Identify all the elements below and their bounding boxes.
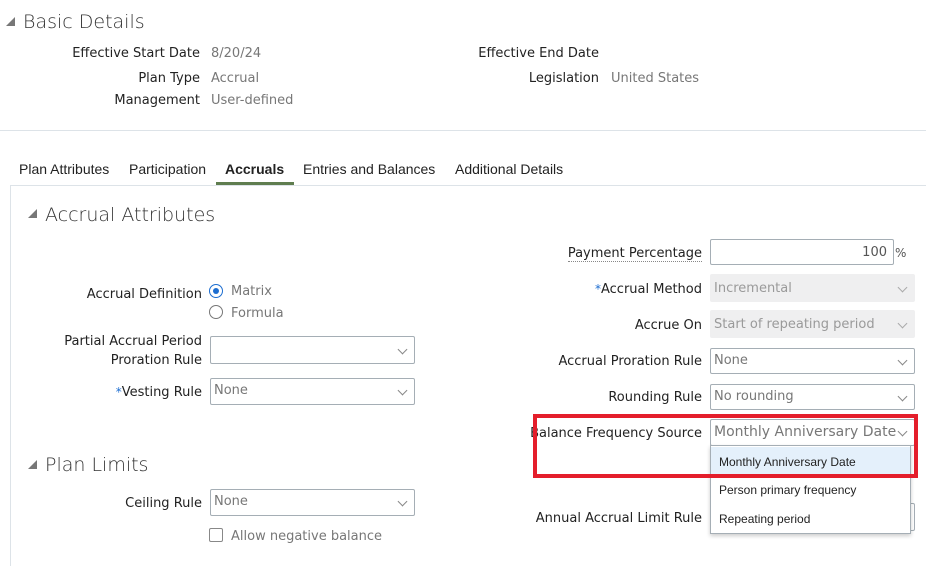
partial-accrual-label-line1: Partial Accrual Period [64,334,202,349]
effective-end-date-label: Effective End Date [478,46,599,61]
tab-entries-and-balances[interactable]: Entries and Balances [303,161,435,177]
chevron-down-icon [897,318,908,329]
accrual-proration-rule-value: None [714,353,748,368]
rounding-rule-select[interactable]: No rounding [710,384,915,410]
tab-plan-attributes[interactable]: Plan Attributes [19,161,109,177]
chevron-down-icon [397,385,408,396]
chevron-down-icon [397,496,408,507]
vesting-rule-value: None [214,383,248,398]
tab-additional-details[interactable]: Additional Details [455,161,563,177]
accrual-proration-rule-select[interactable]: None [710,348,915,374]
partial-accrual-proration-select[interactable] [210,336,415,364]
plan-type-label: Plan Type [138,71,200,86]
management-value: User-defined [211,93,294,108]
payment-percentage-input[interactable]: 100 [710,239,894,265]
payment-percentage-value: 100 [862,245,887,260]
chevron-down-icon [897,391,908,402]
collapse-triangle-icon[interactable] [6,17,15,26]
chevron-down-icon [897,282,908,293]
vesting-rule-label: *Vesting Rule [115,385,202,400]
ceiling-rule-select[interactable]: None [210,489,415,516]
chevron-down-icon [897,355,908,366]
plan-type-value: Accrual [211,71,260,86]
effective-start-date-value: 8/20/24 [211,46,262,61]
partial-accrual-label-line2: Proration Rule [110,353,202,368]
chevron-down-icon [397,344,408,355]
ceiling-rule-label: Ceiling Rule [125,496,202,511]
accrual-method-select[interactable]: Incremental [710,274,915,302]
accrual-proration-rule-label: Accrual Proration Rule [558,354,702,369]
matrix-radio-label: Matrix [231,284,272,299]
legislation-label: Legislation [528,71,599,86]
legislation-value: United States [611,71,700,86]
accrual-method-label: *Accrual Method [594,282,702,297]
accrue-on-label: Accrue On [634,318,702,333]
rounding-rule-label: Rounding Rule [608,390,702,405]
ceiling-rule-value: None [214,494,248,509]
highlight-annotation-box [533,414,918,478]
annual-accrual-limit-rule-label: Annual Accrual Limit Rule [535,511,702,526]
dropdown-option[interactable]: Repeating period [711,504,910,532]
management-label: Management [114,93,200,108]
vesting-rule-select[interactable]: None [210,378,415,405]
accrue-on-value: Start of repeating period [714,317,875,332]
collapse-triangle-icon[interactable] [28,460,37,469]
accrual-attributes-title: Accrual Attributes [45,204,216,226]
tab-accruals[interactable]: Accruals [225,161,284,177]
tab-participation[interactable]: Participation [129,161,206,177]
percent-unit: % [895,246,907,260]
allow-negative-balance-checkbox[interactable] [209,528,223,542]
payment-percentage-label: Payment Percentage [567,246,702,262]
basic-details-title: Basic Details [23,11,145,33]
collapse-triangle-icon[interactable] [28,209,37,218]
accrue-on-select[interactable]: Start of repeating period [710,310,915,338]
accrual-definition-label: Accrual Definition [86,287,202,302]
divider [0,130,926,131]
formula-radio-label: Formula [231,306,284,321]
plan-limits-title: Plan Limits [45,454,149,476]
matrix-radio[interactable] [209,284,223,298]
allow-negative-balance-label: Allow negative balance [231,529,383,544]
effective-start-date-label: Effective Start Date [72,46,200,61]
rounding-rule-value: No rounding [714,389,794,404]
formula-radio[interactable] [209,305,223,319]
dropdown-option[interactable]: Person primary frequency [711,475,910,503]
accrual-method-value: Incremental [714,281,792,296]
